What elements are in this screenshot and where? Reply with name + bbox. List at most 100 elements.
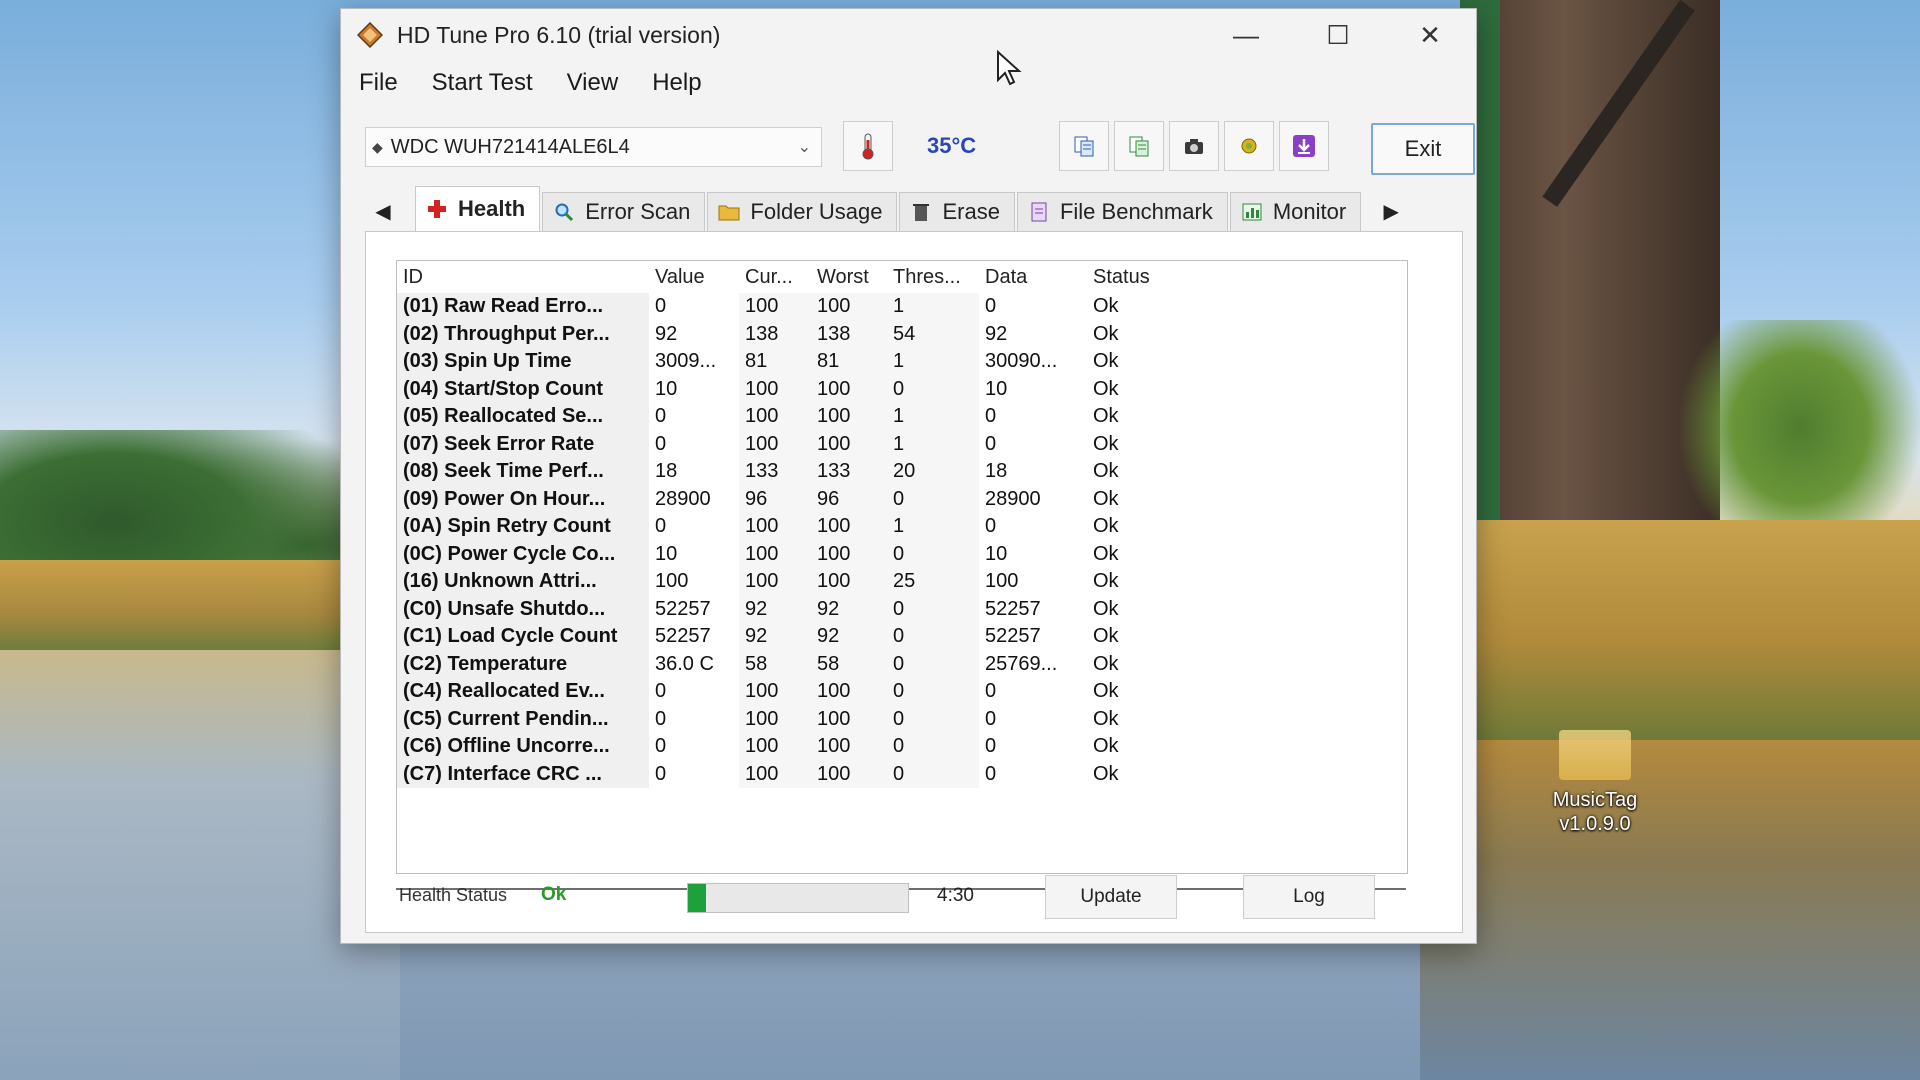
- desktop-icon-musictag[interactable]: MusicTag v1.0.9.0: [1530, 730, 1660, 836]
- copy-info-button[interactable]: [1059, 121, 1109, 171]
- tab-strip: ◀ Health Error Scan Folder Usage Erase F…: [365, 185, 1455, 231]
- column-header-worst[interactable]: Worst: [811, 261, 887, 293]
- log-button[interactable]: Log: [1243, 875, 1375, 919]
- tab-health[interactable]: Health: [415, 186, 541, 231]
- data-cell: 10: [985, 542, 1008, 565]
- column-header-id[interactable]: ID: [397, 261, 649, 293]
- worst-cell: 100: [811, 760, 887, 788]
- screenshot-button[interactable]: [1169, 121, 1219, 171]
- attribute-id-cell: (03) Spin Up Time: [397, 348, 649, 376]
- copy-all-button[interactable]: [1114, 121, 1164, 171]
- thermometer-button[interactable]: [843, 121, 893, 171]
- worst-cell: 138: [811, 320, 887, 348]
- hdtune-app-icon: [357, 22, 383, 48]
- table-row[interactable]: (09) Power On Hour... 28900 96 96 0 28900 Ok: [397, 485, 1159, 513]
- magnifier-icon: [553, 201, 575, 223]
- current-cell: 133: [739, 458, 811, 486]
- status-cell: Ok: [1093, 295, 1119, 318]
- tab-scroll-right-button[interactable]: ▶: [1373, 191, 1409, 231]
- threshold-cell: 0: [887, 678, 979, 706]
- table-row[interactable]: (C6) Offline Uncorre... 0 100 100 0 0 Ok: [397, 733, 1159, 761]
- column-header-status[interactable]: Status: [1087, 261, 1159, 293]
- status-cell: Ok: [1093, 735, 1119, 758]
- table-row[interactable]: (07) Seek Error Rate 0 100 100 1 0 Ok: [397, 430, 1159, 458]
- table-row[interactable]: (01) Raw Read Erro... 0 100 100 1 0 Ok: [397, 293, 1159, 321]
- table-row[interactable]: (C4) Reallocated Ev... 0 100 100 0 0 Ok: [397, 678, 1159, 706]
- options-icon: [1241, 138, 1257, 154]
- tab-erase[interactable]: Erase: [899, 192, 1015, 231]
- value-cell: 100: [655, 570, 689, 593]
- value-cell: 3009...: [655, 350, 717, 373]
- table-header-row: ID Value Cur... Worst Thres... Data Stat…: [397, 261, 1159, 293]
- menu-view[interactable]: View: [565, 65, 621, 101]
- data-cell: 18: [985, 460, 1008, 483]
- temperature-readout: 35°C: [927, 133, 977, 158]
- menu-file[interactable]: File: [357, 65, 400, 101]
- current-cell: 100: [739, 678, 811, 706]
- worst-cell: 100: [811, 403, 887, 431]
- value-cell: 52257: [655, 625, 711, 648]
- close-button[interactable]: ✕: [1384, 9, 1476, 61]
- value-cell: 0: [655, 432, 667, 455]
- table-row[interactable]: (04) Start/Stop Count 10 100 100 0 10 Ok: [397, 375, 1159, 403]
- table-row[interactable]: (C2) Temperature 36.0 C 58 58 0 25769... Ok: [397, 650, 1159, 678]
- table-row[interactable]: (C5) Current Pendin... 0 100 100 0 0 Ok: [397, 705, 1159, 733]
- drive-select[interactable]: ◆ WDC WUH721414ALE6L4 ⌄: [365, 127, 822, 167]
- current-cell: 100: [739, 293, 811, 321]
- current-cell: 92: [739, 623, 811, 651]
- maximize-button[interactable]: ☐: [1292, 9, 1384, 61]
- desktop-wallpaper-reeds-right: [1440, 520, 1920, 740]
- minimize-button[interactable]: —: [1200, 9, 1292, 61]
- title-bar[interactable]: HD Tune Pro 6.10 (trial version) — ☐ ✕: [341, 9, 1476, 61]
- copy-info-icon: [1074, 136, 1094, 157]
- column-header-data[interactable]: Data: [979, 261, 1087, 293]
- column-header-value[interactable]: Value: [649, 261, 739, 293]
- menu-bar: File Start Test View Help: [341, 61, 1476, 105]
- value-cell: 28900: [655, 487, 711, 510]
- data-cell: 0: [985, 405, 997, 428]
- table-row[interactable]: (16) Unknown Attri... 100 100 100 25 100 Ok: [397, 568, 1159, 596]
- table-row[interactable]: (0A) Spin Retry Count 0 100 100 1 0 Ok: [397, 513, 1159, 541]
- table-row[interactable]: (C0) Unsafe Shutdo... 52257 92 92 0 52257 Ok: [397, 595, 1159, 623]
- table-row[interactable]: (08) Seek Time Perf... 18 133 133 20 18 Ok: [397, 458, 1159, 486]
- threshold-cell: 0: [887, 705, 979, 733]
- current-cell: 138: [739, 320, 811, 348]
- table-row[interactable]: (0C) Power Cycle Co... 10 100 100 0 10 Ok: [397, 540, 1159, 568]
- tab-file-benchmark-label: File Benchmark: [1059, 199, 1213, 224]
- status-cell: Ok: [1093, 377, 1119, 400]
- save-button[interactable]: [1279, 121, 1329, 171]
- column-header-threshold[interactable]: Thres...: [887, 261, 979, 293]
- table-row[interactable]: (03) Spin Up Time 3009... 81 81 1 30090... Ok: [397, 348, 1159, 376]
- desktop-wallpaper-water-right: [1420, 740, 1920, 1080]
- worst-cell: 100: [811, 568, 887, 596]
- thermometer-icon: [862, 133, 874, 160]
- options-button[interactable]: [1224, 121, 1274, 171]
- attribute-id-cell: (04) Start/Stop Count: [397, 375, 649, 403]
- health-status-label: Health Status: [399, 885, 508, 905]
- status-cell: Ok: [1093, 432, 1119, 455]
- tab-folder-usage[interactable]: Folder Usage: [707, 192, 898, 231]
- threshold-cell: 1: [887, 293, 979, 321]
- attribute-id-cell: (09) Power On Hour...: [397, 485, 649, 513]
- data-cell: 0: [985, 735, 997, 758]
- value-cell: 10: [655, 542, 678, 565]
- tab-scroll-left-button[interactable]: ◀: [365, 191, 401, 231]
- attribute-id-cell: (0C) Power Cycle Co...: [397, 540, 649, 568]
- tab-error-scan[interactable]: Error Scan: [542, 192, 706, 231]
- attribute-id-cell: (05) Reallocated Se...: [397, 403, 649, 431]
- tab-monitor[interactable]: Monitor: [1229, 192, 1362, 231]
- scan-progress-bar: [687, 883, 909, 913]
- table-row[interactable]: (02) Throughput Per... 92 138 138 54 92 Ok: [397, 320, 1159, 348]
- tab-health-label: Health: [458, 196, 526, 221]
- table-row[interactable]: (C1) Load Cycle Count 52257 92 92 0 52257 Ok: [397, 623, 1159, 651]
- menu-start-test[interactable]: Start Test: [430, 65, 535, 101]
- tab-file-benchmark[interactable]: File Benchmark: [1016, 192, 1228, 231]
- menu-help[interactable]: Help: [650, 65, 703, 101]
- table-row[interactable]: (05) Reallocated Se... 0 100 100 1 0 Ok: [397, 403, 1159, 431]
- exit-button[interactable]: Exit: [1371, 123, 1475, 175]
- column-header-current[interactable]: Cur...: [739, 261, 811, 293]
- update-button[interactable]: Update: [1045, 875, 1177, 919]
- table-row[interactable]: (C7) Interface CRC ... 0 100 100 0 0 Ok: [397, 760, 1159, 788]
- health-panel: ID Value Cur... Worst Thres... Data Stat…: [365, 231, 1463, 933]
- value-cell: 92: [655, 322, 678, 345]
